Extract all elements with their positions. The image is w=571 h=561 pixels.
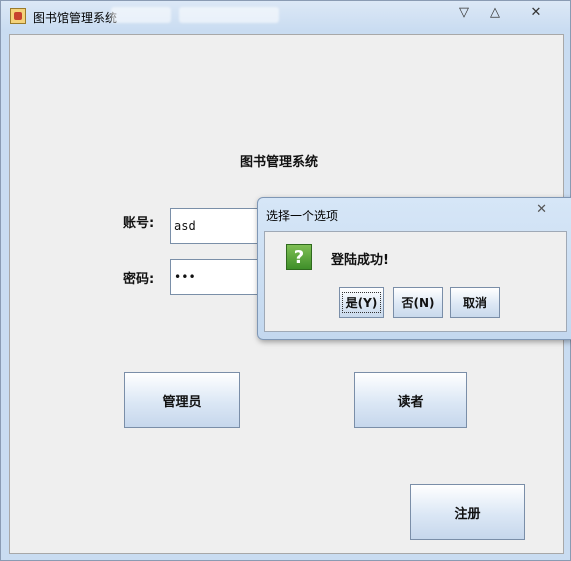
no-button[interactable]: 否(N) [393, 287, 443, 318]
minimize-icon[interactable]: ▽ [448, 3, 480, 23]
main-window: 图书馆管理系统 ▽ △ ✕ 图书管理系统 账号: asd 密码: ••• 管理员… [0, 0, 571, 561]
dialog-title: 选择一个选项 [266, 209, 339, 223]
blurred-background-tab [179, 7, 279, 23]
account-input[interactable]: asd [170, 208, 264, 244]
window-title: 图书馆管理系统 [33, 11, 118, 25]
dialog-message: 登陆成功! [331, 253, 389, 268]
yes-button[interactable]: 是(Y) [339, 287, 384, 318]
blurred-background-tab [111, 7, 171, 23]
dialog-close-icon[interactable]: ✕ [536, 202, 547, 217]
close-icon[interactable]: ✕ [520, 3, 552, 23]
cancel-button[interactable]: 取消 [450, 287, 500, 318]
title-bar[interactable]: 图书馆管理系统 ▽ △ ✕ [1, 1, 570, 33]
password-label: 密码: [123, 272, 155, 287]
register-button[interactable]: 注册 [410, 484, 525, 540]
java-cup-icon [10, 8, 26, 24]
admin-button[interactable]: 管理员 [124, 372, 240, 428]
account-label: 账号: [123, 216, 155, 231]
reader-button[interactable]: 读者 [354, 372, 467, 428]
dialog-body: ? 登陆成功! 是(Y) 否(N) 取消 [264, 231, 567, 332]
maximize-icon[interactable]: △ [479, 3, 511, 23]
password-input[interactable]: ••• [170, 259, 264, 295]
yes-button-label: 是(Y) [341, 292, 382, 313]
question-icon: ? [286, 244, 312, 270]
page-title: 图书管理系统 [240, 155, 319, 170]
option-dialog: 选择一个选项 ✕ ? 登陆成功! 是(Y) 否(N) 取消 [257, 197, 571, 340]
